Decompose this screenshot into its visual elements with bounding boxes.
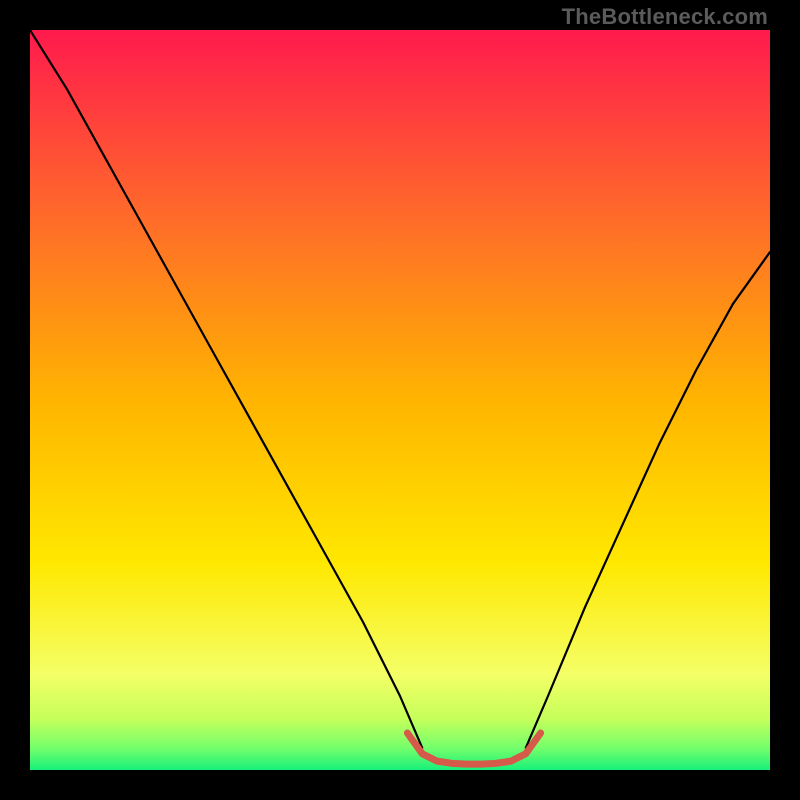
watermark-text: TheBottleneck.com — [562, 4, 768, 30]
series-left-branch — [30, 30, 422, 748]
curve-layer — [30, 30, 770, 770]
series-right-branch — [526, 252, 770, 748]
plot-area — [30, 30, 770, 770]
chart-frame: TheBottleneck.com — [0, 0, 800, 800]
series-valley-highlight — [407, 733, 540, 764]
